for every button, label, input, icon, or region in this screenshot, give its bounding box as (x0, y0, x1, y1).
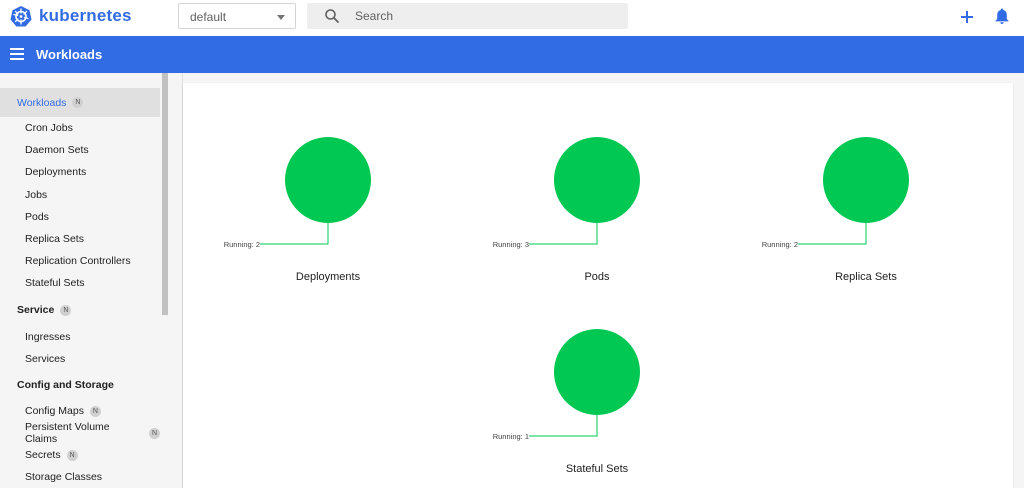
sidebar-item-ingresses[interactable]: Ingresses (0, 326, 160, 348)
sidebar-scrollbar[interactable] (162, 73, 168, 315)
sidebar-item-services[interactable]: Services (0, 348, 160, 370)
sidebar-item-label: Storage Classes (25, 471, 103, 483)
workload-status-charts: Running: 2 Running: 3 Running: 2 Running: 1 (224, 137, 909, 441)
sidebar-item-label: Daemon Sets (25, 144, 89, 156)
page-header: Workloads (0, 36, 1024, 73)
sidebar-item-daemon-sets[interactable]: Daemon Sets (0, 139, 160, 161)
sidebar-item-label: Pods (25, 211, 49, 223)
sidebar-item-secrets[interactable]: Secrets N (0, 444, 160, 466)
stateful-sets-running-slice (554, 329, 640, 415)
pods-chart-title[interactable]: Pods (527, 271, 667, 283)
sidebar-item-deployments[interactable]: Deployments (0, 161, 160, 183)
sidebar-item-label: Replication Controllers (25, 255, 131, 267)
search-icon (325, 9, 339, 23)
sidebar-item-label: Persistent Volume Claims (25, 421, 110, 445)
search-input[interactable] (355, 6, 615, 26)
hamburger-menu-icon[interactable] (10, 48, 24, 60)
sidebar-item-pods[interactable]: Pods (0, 206, 160, 228)
pods-leader-line (529, 223, 598, 245)
sidebar-item-replication-controllers[interactable]: Replication Controllers (0, 250, 160, 272)
replica-sets-running-slice (823, 137, 909, 223)
main-content: Running: 2 Running: 3 Running: 2 Running: 1… (183, 73, 1024, 488)
deployments-leader-line (260, 223, 329, 245)
kubernetes-logo-icon (10, 6, 32, 27)
sidebar-item-cron-jobs[interactable]: Cron Jobs (0, 117, 160, 139)
sidebar-item-label: Ingresses (25, 331, 71, 343)
sidebar-item-label: Service (17, 304, 55, 316)
sidebar-item-jobs[interactable]: Jobs (0, 184, 160, 206)
sidebar-item-stateful-sets[interactable]: Stateful Sets (0, 272, 160, 294)
replica-sets-running-label: Running: 2 (762, 240, 798, 249)
sidebar: Workloads N Cron Jobs Daemon Sets Deploy… (0, 73, 183, 488)
sidebar-item-label: Workloads (17, 96, 67, 109)
replica-sets-chart-title[interactable]: Replica Sets (796, 271, 936, 283)
sidebar-item-label: Replica Sets (25, 233, 84, 245)
replica-sets-leader-line (798, 223, 867, 245)
new-badge: N (89, 405, 101, 417)
deployments-running-label: Running: 2 (224, 240, 260, 249)
sidebar-item-config-maps[interactable]: Config Maps N (0, 400, 160, 422)
pods-running-label: Running: 3 (493, 240, 529, 249)
notifications-bell-icon[interactable] (994, 7, 1010, 25)
sidebar-item-workloads[interactable]: Workloads N (0, 88, 160, 117)
sidebar-item-label: Stateful Sets (25, 277, 85, 289)
sidebar-item-label: Services (25, 353, 66, 365)
sidebar-section-config-and-storage[interactable]: Config and Storage (0, 374, 160, 396)
deployments-running-slice (285, 137, 371, 223)
sidebar-item-persistent-volume-claims[interactable]: Persistent Volume Claims N (0, 421, 160, 445)
sidebar-section-service[interactable]: Service N (0, 299, 160, 321)
create-plus-icon[interactable] (958, 8, 976, 26)
sidebar-item-label: Deployments (25, 166, 87, 178)
sidebar-item-label: Secrets (25, 449, 61, 461)
sidebar-item-replica-sets[interactable]: Replica Sets (0, 228, 160, 250)
sidebar-item-storage-classes[interactable]: Storage Classes (0, 466, 160, 488)
namespace-value: default (190, 10, 227, 24)
new-badge: N (66, 449, 78, 461)
stateful-sets-leader-line (529, 415, 598, 437)
brand-name: kubernetes (39, 6, 132, 25)
search-bar[interactable] (307, 3, 628, 29)
page-title: Workloads (36, 47, 103, 62)
pods-running-slice (554, 137, 640, 223)
logo[interactable]: kubernetes (10, 5, 132, 27)
deployments-chart-title[interactable]: Deployments (258, 271, 398, 283)
new-badge: N (60, 304, 72, 316)
sidebar-item-label: Config and Storage (17, 379, 114, 391)
new-badge: N (72, 97, 84, 108)
sidebar-item-label: Jobs (25, 189, 48, 201)
namespace-select[interactable]: default (178, 3, 296, 29)
stateful-sets-running-label: Running: 1 (493, 432, 529, 441)
chevron-down-icon (277, 15, 285, 20)
sidebar-item-label: Cron Jobs (25, 122, 73, 134)
top-bar: kubernetes default (0, 0, 1024, 34)
stateful-sets-chart-title[interactable]: Stateful Sets (527, 463, 667, 475)
new-badge: N (149, 427, 160, 439)
workload-status-card: Running: 2 Running: 3 Running: 2 Running: 1… (183, 83, 1013, 488)
sidebar-item-label: Config Maps (25, 405, 84, 417)
